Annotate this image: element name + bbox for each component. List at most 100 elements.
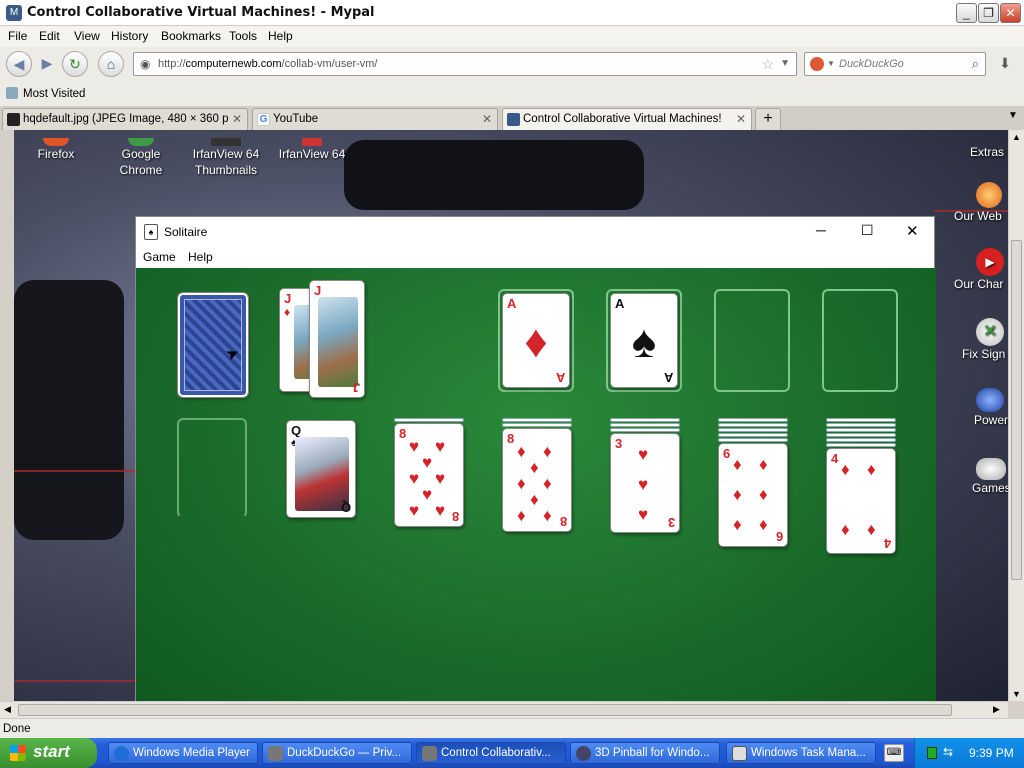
horizontal-scrollbar[interactable]: ◀ ▶: [0, 701, 1008, 718]
new-tab-button[interactable]: +: [755, 108, 781, 130]
menu-bookmarks[interactable]: Bookmarks: [161, 29, 221, 43]
card-pip: ♦: [530, 458, 539, 477]
solitaire-menu-help[interactable]: Help: [188, 250, 213, 264]
solitaire-menu-game[interactable]: Game: [143, 250, 176, 264]
url-bar[interactable]: ◉ http://computernewb.com/collab-vm/user…: [133, 52, 797, 76]
solitaire-window[interactable]: ♠ Solitaire ─ ☐ ✕ Game Help ➤ J ♦ J J A …: [135, 216, 936, 702]
tab-youtube[interactable]: G YouTube ✕: [252, 108, 498, 130]
gamepad-icon: [976, 458, 1006, 480]
tableau-card-8-hearts[interactable]: 8 ♥ ♥ ♥ ♥ ♥ ♥ ♥ ♥ 8: [394, 423, 464, 527]
most-visited-bookmark[interactable]: Most Visited: [23, 88, 85, 100]
taskbar-item-media-player[interactable]: Windows Media Player: [108, 742, 258, 764]
tableau-card-4-diamonds[interactable]: 4 ♦ ♦ ♦ ♦ 4: [826, 448, 896, 554]
browser-icon: [422, 746, 437, 761]
scroll-right-icon[interactable]: ▶: [993, 704, 1000, 715]
start-button[interactable]: start: [0, 738, 97, 768]
desktop-icon-games[interactable]: Games: [972, 458, 1008, 496]
irfanview-icon: [302, 138, 322, 146]
tab-close-icon[interactable]: ✕: [736, 112, 746, 126]
taskbar-item-duckduckgo[interactable]: DuckDuckGo — Priv...: [262, 742, 412, 764]
desktop-icon-irfanview-thumbnails[interactable]: IrfanView 64 Thumbnails: [186, 138, 266, 178]
tableau-card-3-hearts[interactable]: 3 ♥ ♥ ♥ 3: [610, 433, 680, 533]
card-rank: 8: [399, 426, 407, 441]
search-icon[interactable]: ⌕: [972, 56, 979, 72]
foundation-card[interactable]: A ♠ A: [610, 293, 678, 388]
forward-button[interactable]: ▶: [34, 51, 60, 77]
scroll-left-icon[interactable]: ◀: [4, 704, 11, 715]
menu-file[interactable]: File: [8, 29, 27, 43]
downloads-button[interactable]: ⬇: [992, 51, 1018, 77]
engine-dropdown-icon[interactable]: ▼: [827, 59, 835, 68]
desktop-icon-power[interactable]: Power: [974, 388, 1008, 428]
scrollbar-thumb[interactable]: [1011, 240, 1022, 580]
solitaire-close-button[interactable]: ✕: [906, 222, 919, 240]
vertical-scrollbar[interactable]: ▲ ▼: [1008, 130, 1024, 701]
foundation-slot-3[interactable]: [714, 289, 790, 392]
card-pip: ♦: [517, 474, 526, 493]
stock-pile[interactable]: [177, 292, 249, 398]
desktop-icon-irfanview[interactable]: IrfanView 64: [272, 138, 352, 162]
desktop-icon-label: IrfanView 64: [278, 147, 346, 161]
desktop-icon-fix-sign[interactable]: ✕ Fix Sign: [962, 318, 1008, 362]
keyboard-icon[interactable]: ⌨: [884, 744, 904, 762]
search-bar[interactable]: ▼ DuckDuckGo ⌕: [804, 52, 986, 76]
desktop-icon-extras[interactable]: Extras: [970, 144, 1008, 160]
card-suit: ♦: [524, 315, 548, 367]
network-icon[interactable]: ⇆: [943, 745, 953, 759]
home-button[interactable]: ⌂: [98, 51, 124, 77]
back-button[interactable]: ◀: [6, 51, 32, 77]
card-pip: ♦: [543, 442, 552, 461]
desktop-icon-chrome[interactable]: Google Chrome: [106, 138, 176, 178]
foundation-slot-4[interactable]: [822, 289, 898, 392]
taskbar-item-task-manager[interactable]: Windows Task Mana...: [726, 742, 876, 764]
menu-help[interactable]: Help: [268, 29, 293, 43]
desktop-icon-our-channel[interactable]: ▶ Our Char: [954, 248, 1008, 292]
battery-icon[interactable]: [927, 747, 937, 759]
desktop-icon-our-web[interactable]: Our Web: [954, 182, 1008, 224]
maximize-button[interactable]: ❐: [978, 3, 999, 23]
close-button[interactable]: ✕: [1000, 3, 1021, 23]
desktop-icon-firefox[interactable]: Firefox: [26, 138, 86, 162]
reload-button[interactable]: ↻: [62, 51, 88, 77]
tableau-card-8-diamonds[interactable]: 8 ♦ ♦ ♦ ♦ ♦ ♦ ♦ ♦ 8: [502, 428, 572, 532]
scroll-down-icon[interactable]: ▼: [1012, 689, 1021, 699]
tab-list-icon[interactable]: ▼: [1008, 110, 1018, 121]
card-rank: A: [615, 296, 625, 311]
solitaire-minimize-button[interactable]: ─: [816, 222, 826, 238]
card-pip: ♦: [517, 506, 526, 525]
foundation-slot-2[interactable]: A ♠ A: [606, 289, 682, 392]
foundation-slot-1[interactable]: A ♦ A: [498, 289, 574, 392]
duckduckgo-engine-icon[interactable]: [810, 57, 824, 71]
tableau-card-queen[interactable]: Q ♠ Q: [286, 420, 356, 518]
tab-label: hqdefault.jpg (JPEG Image, 480 × 360 pi.…: [23, 113, 228, 125]
menu-tools[interactable]: Tools: [229, 29, 257, 43]
tab-hqdefault[interactable]: hqdefault.jpg (JPEG Image, 480 × 360 pi.…: [2, 108, 248, 130]
card-rank: J: [284, 291, 292, 306]
foundation-card[interactable]: A ♦ A: [502, 293, 570, 388]
minimize-button[interactable]: _: [956, 3, 977, 23]
card-pip: ♦: [543, 474, 552, 493]
waste-card-top[interactable]: J J: [309, 280, 365, 398]
menu-history[interactable]: History: [111, 29, 148, 43]
menu-view[interactable]: View: [74, 29, 100, 43]
bookmark-star-icon[interactable]: ☆: [761, 56, 774, 73]
tab-collabvm[interactable]: Control Collaborative Virtual Machines! …: [502, 108, 752, 130]
solitaire-maximize-button[interactable]: ☐: [861, 222, 874, 239]
clock[interactable]: 9:39 PM: [969, 746, 1014, 760]
tab-close-icon[interactable]: ✕: [482, 112, 492, 126]
taskbar-item-collabvm[interactable]: Control Collaborativ...: [416, 742, 566, 764]
taskbar-item-pinball[interactable]: 3D Pinball for Windo...: [570, 742, 720, 764]
tab-close-icon[interactable]: ✕: [232, 112, 242, 126]
horizontal-scrollbar-thumb[interactable]: [18, 704, 952, 716]
tableau-empty-slot-1[interactable]: [177, 418, 247, 518]
scroll-up-icon[interactable]: ▲: [1012, 132, 1021, 142]
site-identity-icon[interactable]: ◉: [140, 57, 150, 71]
search-placeholder: DuckDuckGo: [839, 58, 904, 70]
card-rank: 6: [723, 446, 731, 461]
background-line: [14, 680, 139, 682]
taskbar-item-label: Windows Media Player: [133, 747, 250, 759]
url-dropdown-icon[interactable]: ▼: [780, 58, 790, 69]
forward-arrow-icon: ▶: [41, 55, 53, 71]
menu-edit[interactable]: Edit: [39, 29, 60, 43]
tableau-card-6-diamonds[interactable]: 6 ♦ ♦ ♦ ♦ ♦ ♦ 6: [718, 443, 788, 547]
